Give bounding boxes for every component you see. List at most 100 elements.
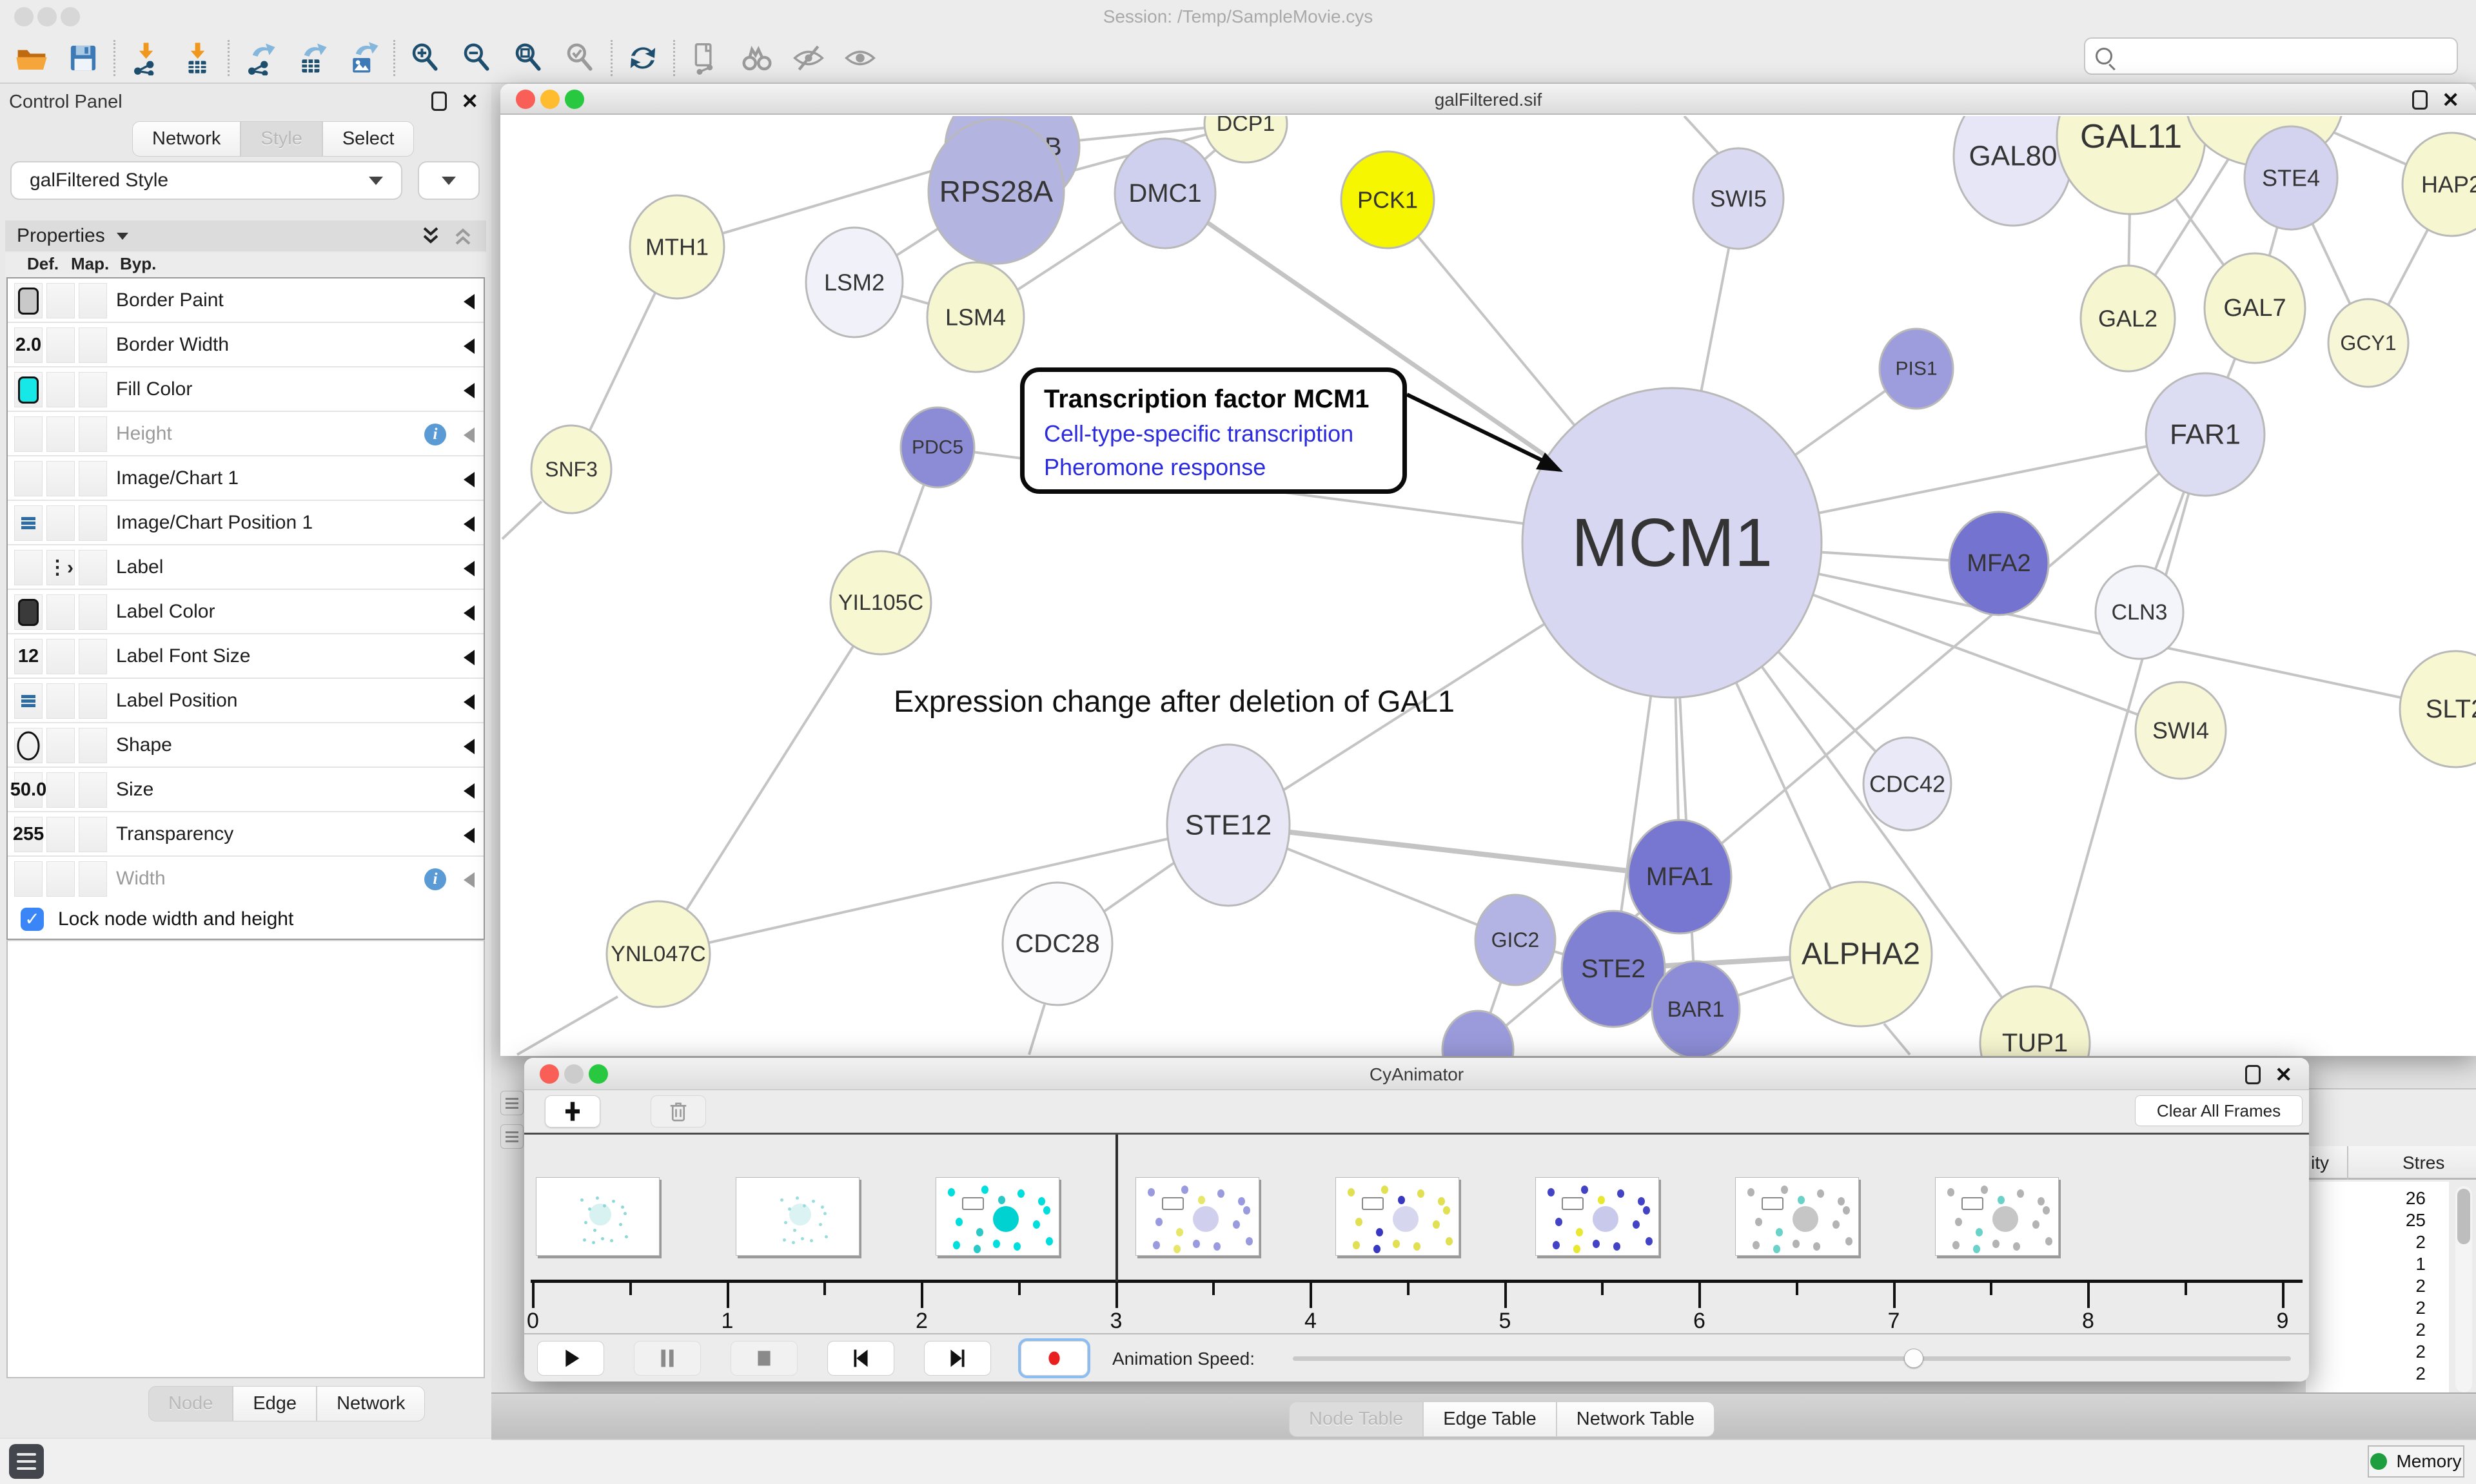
node-SLT2[interactable]: SLT2 [2400,651,2476,767]
annotation-box[interactable]: Transcription factor MCM1 Cell-type-spec… [1020,367,1407,494]
frame-thumbnail-4[interactable] [1135,1177,1259,1256]
tab-node-table[interactable]: Node Table [1289,1401,1423,1437]
clear-all-frames-button[interactable]: Clear All Frames [2135,1095,2303,1126]
bypass-cell[interactable] [79,283,107,318]
mapping-cell[interactable]: ⋮› [46,550,75,585]
skip-start-button[interactable] [827,1341,894,1376]
default-value-cell[interactable] [14,550,43,585]
zoom-out-button[interactable] [457,38,497,78]
property-row-border-width[interactable]: 2.0Border Width [8,323,484,367]
expand-property-icon[interactable] [464,294,475,309]
export-table-button[interactable] [291,38,331,78]
property-row-image-chart-position-1[interactable]: Image/Chart Position 1 [8,501,484,545]
table-cell[interactable]: 2 [2361,1298,2426,1318]
tab-edge[interactable]: Edge [233,1386,317,1421]
property-row-label-color[interactable]: Label Color [8,590,484,634]
table-header[interactable]: ity Stres [2306,1146,2476,1180]
table-cell[interactable]: 1 [2361,1254,2426,1274]
float-window-icon[interactable] [2245,1065,2261,1084]
default-value-cell[interactable] [14,861,43,897]
node-DCP1[interactable]: DCP1 [1204,116,1287,162]
bypass-cell[interactable] [79,728,107,763]
node-GIC2[interactable]: GIC2 [1475,895,1555,985]
default-value-cell[interactable] [14,461,43,496]
eye-button[interactable] [840,38,880,78]
edge[interactable] [1029,1004,1045,1055]
expand-property-icon[interactable] [464,338,475,354]
properties-header[interactable]: Properties [5,220,486,251]
node-RPS28A[interactable]: RPS28A [928,119,1064,264]
table-cell[interactable]: 2 [2361,1363,2426,1384]
node-STE2[interactable]: STE2 [1562,911,1665,1027]
binoculars-button[interactable] [737,38,777,78]
property-row-width[interactable]: Widthi [8,857,484,901]
bypass-cell[interactable] [79,594,107,630]
node-YNL047C[interactable]: YNL047C [607,901,710,1007]
node-MTH1[interactable]: MTH1 [630,195,724,298]
refresh-button[interactable] [623,38,663,78]
property-row-height[interactable]: Heighti [8,412,484,456]
expand-property-icon[interactable] [464,739,475,754]
mapping-cell[interactable] [46,327,75,363]
node-DMC1[interactable]: DMC1 [1115,139,1215,248]
record-button[interactable] [1021,1341,1088,1376]
table-scrollbar[interactable] [2455,1186,2472,1392]
play-button[interactable] [537,1341,604,1376]
mapping-cell[interactable] [46,461,75,496]
mapping-cell[interactable] [46,283,75,318]
node-LSM4[interactable]: LSM4 [927,262,1024,372]
pause-button[interactable] [634,1341,701,1376]
table-cell[interactable]: 2 [2361,1276,2426,1296]
panel-list-icon[interactable] [500,1091,524,1115]
menu-button[interactable] [9,1444,44,1479]
add-frame-button[interactable] [545,1095,600,1128]
node-TUP1[interactable]: TUP1 [1980,986,2090,1056]
default-value-cell[interactable] [14,416,43,452]
node-GAL2[interactable]: GAL2 [2081,266,2175,371]
node-PCK1[interactable]: PCK1 [1341,151,1434,248]
bypass-cell[interactable] [79,861,107,897]
mapping-cell[interactable] [46,416,75,452]
node-MCM1[interactable]: MCM1 [1522,388,1822,698]
expand-property-icon[interactable] [464,561,475,576]
bypass-cell[interactable] [79,550,107,585]
property-row-image-chart-1[interactable]: Image/Chart 1 [8,456,484,501]
float-window-icon[interactable] [2412,90,2428,110]
expand-property-icon[interactable] [464,472,475,487]
mapping-cell[interactable] [46,683,75,719]
default-value-cell[interactable] [14,683,43,719]
default-value-cell[interactable]: 12 [14,639,43,674]
bypass-cell[interactable] [79,327,107,363]
panel-grid-icon[interactable] [500,1124,524,1149]
table-cell[interactable]: 2 [2361,1320,2426,1340]
mapping-cell[interactable] [46,594,75,630]
import-table-button[interactable] [177,38,217,78]
export-image-button[interactable] [343,38,383,78]
tab-select[interactable]: Select [322,121,415,157]
edge[interactable] [1884,1024,1910,1055]
import-network-button[interactable] [126,38,166,78]
node-PDC5[interactable]: PDC5 [901,407,974,487]
bypass-cell[interactable] [79,505,107,541]
skip-end-button[interactable] [924,1341,991,1376]
timeline-axis[interactable] [531,1280,2303,1283]
style-options-button[interactable] [418,161,480,200]
edge[interactable] [502,502,542,539]
open-folder-button[interactable] [12,38,52,78]
edge[interactable] [658,825,1228,954]
default-value-cell[interactable]: 255 [14,817,43,852]
node-CDC28[interactable]: CDC28 [1003,883,1112,1005]
node-FAR1[interactable]: FAR1 [2146,373,2265,496]
memory-button[interactable]: Memory [2368,1445,2464,1478]
annotation-link[interactable]: Pheromone response [1044,454,1402,481]
search-box[interactable] [2084,37,2458,75]
tab-network[interactable]: Network [132,121,241,157]
eye-slash-button[interactable] [789,38,829,78]
frame-thumbnail-8[interactable] [1935,1177,2059,1256]
timeline-playhead[interactable] [1115,1135,1118,1282]
property-row-shape[interactable]: Shape [8,723,484,768]
column-header[interactable]: ity [2311,1153,2329,1173]
node-STE4[interactable]: STE4 [2245,126,2337,229]
animation-speed-slider[interactable] [1293,1356,2291,1361]
node-GCY1[interactable]: GCY1 [2328,299,2408,387]
